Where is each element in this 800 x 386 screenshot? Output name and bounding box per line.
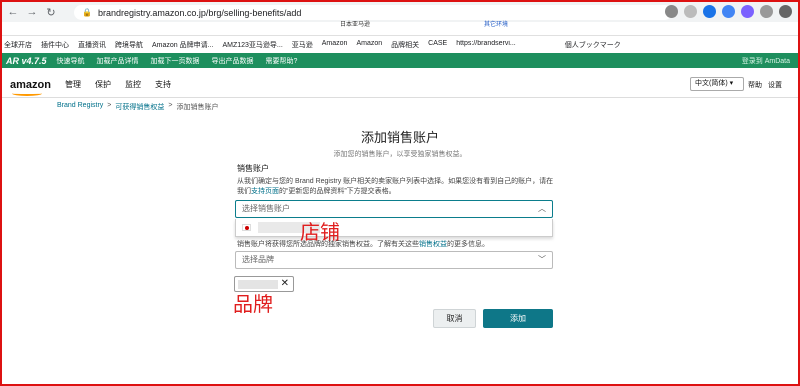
brand-select[interactable]: 选择品牌 ﹀ bbox=[235, 251, 553, 269]
bookmark-item[interactable]: 插件中心 bbox=[41, 40, 69, 52]
breadcrumb-separator: > bbox=[107, 102, 112, 109]
star-icon[interactable] bbox=[684, 5, 697, 18]
address-bar[interactable]: 🔒 brandregistry.amazon.co.jp/brg/selling… bbox=[74, 5, 672, 20]
bookmark-item[interactable]: Amazon 品牌申请... bbox=[152, 40, 213, 52]
annotation-brand: 品牌 bbox=[233, 292, 273, 316]
browser-toolbar: ← → ↻ 🔒 brandregistry.amazon.co.jp/brg/s… bbox=[2, 2, 798, 22]
extension-icon[interactable] bbox=[741, 5, 754, 18]
tab-strip: 日本亚马逊 其它环境 bbox=[152, 21, 516, 29]
nav-support[interactable]: 支持 bbox=[155, 79, 171, 90]
support-page-link[interactable]: 支持页面 bbox=[251, 188, 279, 195]
remove-brand-icon[interactable]: ✕ bbox=[281, 278, 289, 289]
plugin-load-next-page[interactable]: 加载下一页数据 bbox=[151, 56, 200, 66]
nav-protect[interactable]: 保护 bbox=[95, 79, 111, 90]
extension-icon[interactable] bbox=[703, 5, 716, 18]
tab-other-env[interactable]: 其它环境 bbox=[476, 21, 516, 29]
site-header: amazon 管理 保护 监控 支持 中文(简体) ▾ 帮助 设置 bbox=[2, 72, 798, 98]
lock-icon: 🔒 bbox=[82, 8, 92, 17]
bookmark-item[interactable]: 亚马逊 bbox=[292, 40, 313, 52]
extension-icons bbox=[665, 5, 792, 18]
breadcrumb-brand-registry[interactable]: Brand Registry bbox=[57, 102, 103, 112]
reload-icon[interactable]: ↻ bbox=[43, 4, 59, 20]
plugin-login[interactable]: 登录到 AmData bbox=[742, 56, 790, 66]
settings-link[interactable]: 设置 bbox=[768, 80, 782, 90]
bookmark-items: 全球开店 插件中心 直播资讯 跨境导航 Amazon 品牌申请... AMZ12… bbox=[2, 40, 798, 52]
bookmark-item[interactable]: 全球开店 bbox=[4, 40, 32, 52]
chevron-up-icon: ︿ bbox=[538, 204, 546, 213]
bookmarks-bar: 日本亚马逊 其它环境 bbox=[2, 22, 798, 36]
extension-icon[interactable] bbox=[722, 5, 735, 18]
cancel-button[interactable]: 取消 bbox=[433, 309, 476, 328]
bookmark-item[interactable]: 直播资讯 bbox=[78, 40, 106, 52]
back-icon[interactable]: ← bbox=[5, 4, 21, 20]
add-button[interactable]: 添加 bbox=[483, 309, 553, 328]
amazon-logo[interactable]: amazon bbox=[10, 79, 51, 96]
forward-icon[interactable]: → bbox=[24, 4, 40, 20]
benefits-link[interactable]: 销售权益 bbox=[419, 241, 447, 248]
breadcrumb: Brand Registry > 可获得销售权益 > 添加销售账户 bbox=[57, 102, 218, 112]
profile-icon[interactable] bbox=[760, 5, 773, 18]
plugin-load-details[interactable]: 加载产品详情 bbox=[97, 56, 139, 66]
bookmark-item[interactable]: 個人ブックマーク bbox=[565, 40, 621, 52]
language-select[interactable]: 中文(简体) ▾ bbox=[690, 77, 744, 91]
breadcrumb-current: 添加销售账户 bbox=[176, 104, 219, 111]
plugin-help[interactable]: 需要帮助? bbox=[266, 56, 298, 66]
chevron-down-icon: ﹀ bbox=[538, 255, 546, 264]
breadcrumb-separator: > bbox=[168, 102, 173, 109]
page-subtitle: 添加您的销售账户，以享受独家销售权益。 bbox=[333, 151, 467, 158]
menu-icon[interactable] bbox=[779, 5, 792, 18]
help-link[interactable]: 帮助 bbox=[748, 80, 762, 90]
nav-manage[interactable]: 管理 bbox=[65, 79, 81, 90]
bookmark-item[interactable]: AMZ123亚马逊导... bbox=[222, 40, 282, 52]
breadcrumb-selling-benefits[interactable]: 可获得销售权益 bbox=[115, 102, 164, 112]
account-section-label: 销售账户 bbox=[237, 164, 269, 173]
page-title: 添加销售账户 bbox=[360, 130, 439, 145]
url-text: brandregistry.amazon.co.jp/brg/selling-b… bbox=[97, 7, 302, 18]
plugin-toolbar: AR v4.7.5 快速导航 加载产品详情 加载下一页数据 导出产品数据 需要帮… bbox=[2, 53, 798, 68]
translate-icon[interactable] bbox=[665, 5, 678, 18]
brand-hint: 销售账户将获得您所选品牌的独家销售权益。了解有关这些销售权益的更多信息。 bbox=[237, 241, 489, 248]
plugin-quick-nav[interactable]: 快速导航 bbox=[57, 56, 85, 66]
account-select[interactable]: 选择销售账户 ︿ bbox=[235, 200, 553, 218]
bookmark-item[interactable]: Amazon bbox=[322, 40, 348, 52]
bookmark-item[interactable]: https://brandservi... bbox=[456, 40, 516, 52]
bookmark-item[interactable]: Amazon bbox=[356, 40, 382, 52]
bookmark-item[interactable]: 跨境导航 bbox=[115, 40, 143, 52]
plugin-export-data[interactable]: 导出产品数据 bbox=[212, 56, 254, 66]
japan-flag-icon bbox=[242, 224, 251, 231]
bookmark-item[interactable]: 品牌相关 bbox=[391, 40, 419, 52]
plugin-logo: AR v4.7.5 bbox=[6, 55, 47, 66]
bookmark-item[interactable]: CASE bbox=[428, 40, 447, 52]
nav-monitor[interactable]: 监控 bbox=[125, 79, 141, 90]
account-description: 从我们确定与您的 Brand Registry 账户相关的卖家账户列表中选择。如… bbox=[237, 178, 554, 195]
account-dropdown bbox=[235, 219, 553, 237]
tab-japan-amazon[interactable]: 日本亚马逊 bbox=[332, 21, 378, 29]
